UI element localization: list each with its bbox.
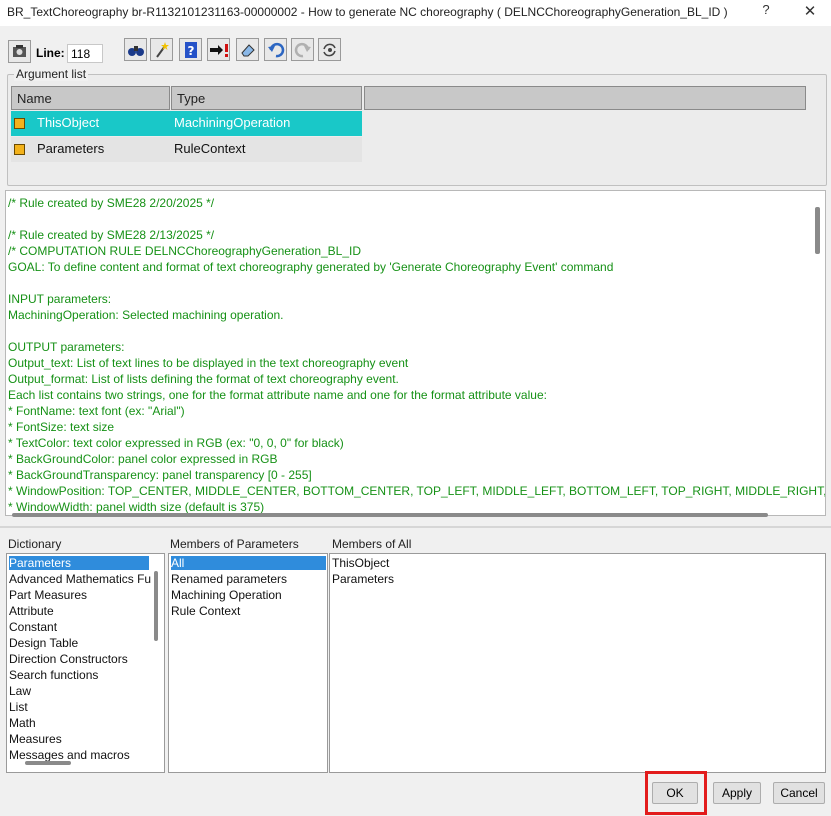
argument-type: MachiningOperation: [174, 115, 291, 130]
dictionary-item[interactable]: Law: [9, 684, 31, 698]
argument-row-thisobject[interactable]: ThisObject MachiningOperation: [11, 111, 362, 136]
editor-line: * FontSize: text size: [8, 420, 115, 434]
argument-row-parameters[interactable]: Parameters RuleContext: [11, 137, 362, 162]
editor-line: * BackGroundColor: panel color expressed…: [8, 452, 278, 466]
eraser-icon[interactable]: [236, 38, 259, 61]
members-of-parameters-title: Members of Parameters: [170, 537, 299, 551]
argument-name: Parameters: [37, 141, 105, 156]
object-cube-icon: [14, 144, 25, 155]
goto-error-icon[interactable]: [207, 38, 230, 61]
column-header-name[interactable]: Name: [11, 86, 170, 110]
editor-line: * FontName: text font (ex: "Arial"): [8, 404, 185, 418]
editor-vertical-scrollbar[interactable]: [815, 207, 820, 254]
window-title: BR_TextChoreography br-R1132101231163-00…: [7, 5, 728, 19]
members-item[interactable]: Renamed parameters: [171, 572, 287, 586]
members-item[interactable]: All: [171, 556, 326, 570]
dictionary-item[interactable]: List: [9, 700, 28, 714]
members-item[interactable]: Rule Context: [171, 604, 240, 618]
svg-text:?: ?: [187, 44, 194, 58]
dictionary-item[interactable]: Search functions: [9, 668, 98, 682]
editor-line: * BackGroundTransparency: panel transpar…: [8, 468, 312, 482]
argument-type: RuleContext: [174, 141, 246, 156]
dictionary-item[interactable]: Part Measures: [9, 588, 87, 602]
editor-line: OUTPUT parameters:: [8, 340, 125, 354]
editor-line: /* COMPUTATION RULE DELNCChoreographyGen…: [8, 244, 362, 258]
editor-line: MachiningOperation: Selected machining o…: [8, 308, 284, 322]
dictionary-vertical-scrollbar[interactable]: [154, 571, 158, 641]
editor-line: GOAL: To define content and format of te…: [8, 260, 614, 274]
editor-line: /* Rule created by SME28 2/13/2025 */: [8, 228, 215, 242]
find-icon[interactable]: [124, 38, 147, 61]
object-cube-icon: [14, 118, 25, 129]
dictionary-item[interactable]: Advanced Mathematics Fu: [9, 572, 151, 586]
dictionary-horizontal-scrollbar[interactable]: [25, 761, 71, 765]
dictionary-item[interactable]: Parameters: [9, 556, 149, 570]
argument-list-legend: Argument list: [14, 67, 89, 81]
help-book-icon[interactable]: ?: [179, 38, 202, 61]
editor-horizontal-scrollbar[interactable]: [12, 513, 768, 517]
help-button[interactable]: ?: [757, 2, 775, 22]
column-header-empty: [364, 86, 806, 110]
ok-button-highlight: [645, 771, 707, 815]
argument-name: ThisObject: [37, 115, 100, 130]
members-of-all-list[interactable]: ThisObject Parameters: [329, 553, 826, 773]
editor-line: INPUT parameters:: [8, 292, 112, 306]
rule-editor[interactable]: /* Rule created by SME28 2/20/2025 */ /*…: [5, 190, 826, 516]
editor-line: * TextColor: text color expressed in RGB…: [8, 436, 344, 450]
members-of-parameters-list[interactable]: All Renamed parameters Machining Operati…: [168, 553, 328, 773]
members-of-all-title: Members of All: [332, 537, 412, 551]
dictionary-item[interactable]: Direction Constructors: [9, 652, 128, 666]
line-label: Line:: [36, 46, 65, 60]
dictionary-item[interactable]: Measures: [9, 732, 62, 746]
apply-button[interactable]: Apply: [713, 782, 761, 804]
cancel-button[interactable]: Cancel: [773, 782, 825, 804]
dictionary-title: Dictionary: [8, 537, 62, 551]
column-header-type[interactable]: Type: [171, 86, 362, 110]
dictionary-item[interactable]: Design Table: [9, 636, 78, 650]
editor-line: Output_text: List of text lines to be di…: [8, 356, 409, 370]
editor-line: Output_format: List of lists defining th…: [8, 372, 399, 386]
editor-line: Each list contains two strings, one for …: [8, 388, 547, 402]
dictionary-item[interactable]: Constant: [9, 620, 57, 634]
editor-line: * WindowWidth: panel width size (default…: [8, 500, 265, 514]
redo-icon[interactable]: [291, 38, 314, 61]
dictionary-list[interactable]: Parameters Advanced Mathematics Fu Part …: [6, 553, 165, 773]
magic-wand-icon[interactable]: [150, 38, 173, 61]
pane-splitter[interactable]: [0, 526, 831, 528]
line-number-input[interactable]: [67, 44, 103, 63]
editor-line: * WindowPosition: TOP_CENTER, MIDDLE_CEN…: [8, 484, 826, 498]
dictionary-item[interactable]: Math: [9, 716, 36, 730]
close-button[interactable]: ✕: [799, 2, 821, 22]
undo-icon[interactable]: [264, 38, 287, 61]
members-item[interactable]: Machining Operation: [171, 588, 282, 602]
editor-line: /* Rule created by SME28 2/20/2025 */: [8, 196, 215, 210]
dictionary-item[interactable]: Messages and macros: [9, 748, 130, 762]
members-all-item[interactable]: ThisObject: [332, 556, 389, 570]
settings-icon[interactable]: [8, 40, 31, 63]
title-bar: BR_TextChoreography br-R1132101231163-00…: [0, 0, 831, 26]
replace-icon[interactable]: [318, 38, 341, 61]
dictionary-item[interactable]: Attribute: [9, 604, 54, 618]
members-all-item[interactable]: Parameters: [332, 572, 394, 586]
